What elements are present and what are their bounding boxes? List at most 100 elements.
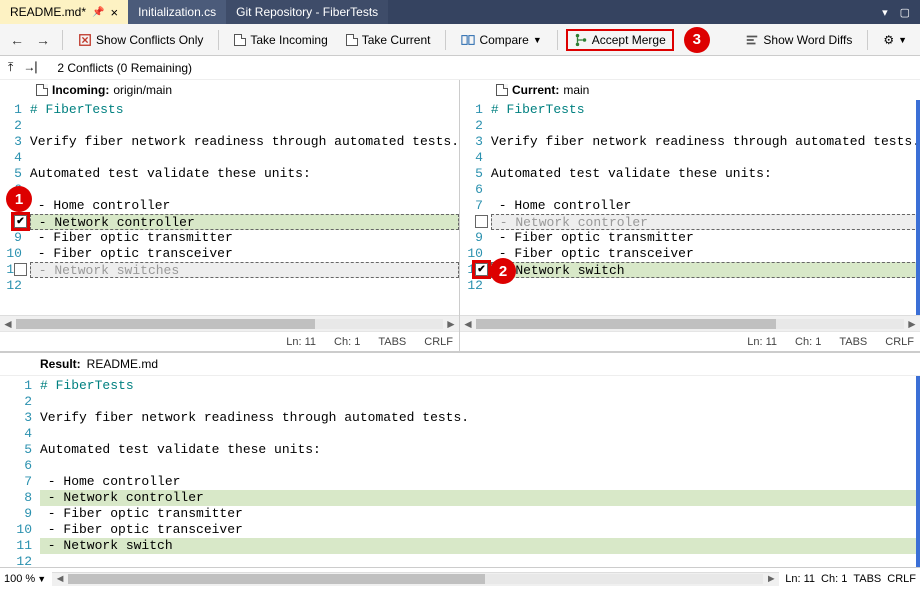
separator bbox=[867, 30, 868, 50]
scroll-right-icon[interactable]: ► bbox=[904, 317, 920, 331]
code-line: Verify fiber network readiness through a… bbox=[491, 134, 920, 150]
window-box-icon[interactable]: ▢ bbox=[896, 4, 914, 21]
take-incoming-button[interactable]: Take Incoming bbox=[227, 29, 334, 51]
scroll-indicator[interactable] bbox=[916, 376, 920, 567]
conflict-checkbox-2[interactable] bbox=[475, 263, 488, 276]
diff-panes: Incoming: origin/main 123456789101112 # … bbox=[0, 80, 920, 352]
accept-merge-label: Accept Merge bbox=[592, 33, 666, 47]
dropdown-icon[interactable]: ▼ bbox=[37, 574, 46, 584]
code-line: - Home controller bbox=[30, 198, 459, 214]
current-branch: main bbox=[563, 83, 589, 97]
incoming-pane: Incoming: origin/main 123456789101112 # … bbox=[0, 80, 460, 351]
incoming-code[interactable]: 123456789101112 # FiberTests Verify fibe… bbox=[0, 100, 459, 315]
scroll-left-icon[interactable]: ◄ bbox=[52, 573, 68, 585]
scroll-thumb[interactable] bbox=[16, 319, 315, 329]
dropdown-icon: ▼ bbox=[533, 35, 542, 45]
incoming-hscroll[interactable]: ◄ ► bbox=[0, 315, 459, 331]
code-line-merged: - Network controller bbox=[40, 490, 916, 506]
scroll-track[interactable] bbox=[68, 574, 763, 584]
accept-merge-button[interactable]: Accept Merge bbox=[566, 29, 674, 51]
code-line bbox=[491, 150, 920, 166]
scroll-indicator[interactable] bbox=[916, 100, 920, 315]
result-hscroll[interactable]: ◄ ► bbox=[52, 572, 779, 586]
code-line-conflict: - Network switch bbox=[491, 262, 920, 278]
tab-initialization[interactable]: Initialization.cs bbox=[128, 0, 226, 24]
scroll-thumb[interactable] bbox=[68, 574, 485, 584]
word-diffs-label: Show Word Diffs bbox=[763, 33, 852, 47]
status-ln: Ln: 11 bbox=[785, 573, 815, 585]
callout-badge-1: 1 bbox=[6, 186, 32, 212]
tab-readme[interactable]: README.md* 📌 × bbox=[0, 0, 128, 24]
code-line: - Fiber optic transceiver bbox=[491, 246, 920, 262]
status-tabs: TABS bbox=[378, 336, 406, 348]
settings-button[interactable]: ⚙ ▼ bbox=[876, 29, 914, 51]
compare-button[interactable]: Compare ▼ bbox=[454, 29, 548, 51]
conflict-checkbox[interactable] bbox=[14, 263, 27, 276]
doc-icon bbox=[346, 34, 358, 46]
current-code[interactable]: 123456789101112 # FiberTests Verify fibe… bbox=[460, 100, 920, 315]
scroll-thumb[interactable] bbox=[476, 319, 776, 329]
code-line-conflict: - Network switches bbox=[30, 262, 459, 278]
current-gutter: 123456789101112 bbox=[460, 100, 491, 315]
conflict-checkbox[interactable] bbox=[475, 215, 488, 228]
code-line: - Home controller bbox=[491, 198, 920, 214]
scroll-left-icon[interactable]: ◄ bbox=[460, 317, 476, 331]
result-code[interactable]: 123456789101112 # FiberTests Verify fibe… bbox=[0, 375, 920, 567]
tab-label: Initialization.cs bbox=[138, 5, 216, 19]
pin-icon[interactable]: 📌 bbox=[92, 7, 104, 18]
code-line: - Fiber optic transceiver bbox=[40, 522, 916, 538]
result-gutter: 123456789101112 bbox=[0, 376, 40, 567]
gear-icon: ⚙ bbox=[883, 33, 894, 47]
code-line: - Fiber optic transmitter bbox=[40, 506, 916, 522]
nav-back-button[interactable]: ← bbox=[6, 30, 28, 50]
close-icon[interactable]: × bbox=[110, 5, 118, 20]
code-line: - Fiber optic transmitter bbox=[30, 230, 459, 246]
code-line: - Home controller bbox=[40, 474, 916, 490]
code-line: Verify fiber network readiness through a… bbox=[40, 410, 916, 426]
code-line bbox=[30, 118, 459, 134]
show-conflicts-button[interactable]: Show Conflicts Only bbox=[71, 29, 210, 51]
code-line: - Fiber optic transmitter bbox=[491, 230, 920, 246]
code-line bbox=[491, 278, 920, 294]
tab-label: README.md* bbox=[10, 5, 86, 19]
tab-git-repo[interactable]: Git Repository - FiberTests bbox=[226, 0, 388, 24]
zoom-control[interactable]: 100 % ▼ bbox=[4, 573, 46, 585]
scroll-track[interactable] bbox=[476, 319, 904, 329]
scroll-right-icon[interactable]: ► bbox=[763, 573, 779, 585]
incoming-label: Incoming: bbox=[52, 83, 109, 97]
status-ch: Ch: 1 bbox=[795, 336, 821, 348]
scroll-track[interactable] bbox=[16, 319, 443, 329]
conflict-checkbox-1[interactable] bbox=[14, 215, 27, 228]
show-word-diffs-button[interactable]: Show Word Diffs bbox=[738, 29, 859, 51]
status-tabs: TABS bbox=[839, 336, 867, 348]
code-line bbox=[30, 182, 459, 198]
doc-icon bbox=[36, 84, 48, 96]
status-ln: Ln: 11 bbox=[747, 336, 777, 348]
code-line bbox=[40, 426, 916, 442]
current-hscroll[interactable]: ◄ ► bbox=[460, 315, 920, 331]
nav-forward-button[interactable]: → bbox=[32, 30, 54, 50]
first-conflict-icon[interactable]: ⤒ bbox=[8, 60, 13, 75]
callout-badge-2: 2 bbox=[490, 258, 516, 284]
code-line-conflict: - Network controler bbox=[491, 214, 920, 230]
scroll-right-icon[interactable]: ► bbox=[443, 317, 459, 331]
separator bbox=[557, 30, 558, 50]
status-ch: Ch: 1 bbox=[821, 573, 847, 585]
next-conflict-icon[interactable]: →⎸ bbox=[23, 60, 47, 75]
code-line bbox=[491, 118, 920, 134]
code-line: # FiberTests bbox=[40, 378, 916, 394]
incoming-status: Ln: 11 Ch: 1 TABS CRLF bbox=[0, 331, 459, 351]
code-line bbox=[30, 150, 459, 166]
compare-label: Compare bbox=[479, 33, 528, 47]
zoom-value: 100 % bbox=[4, 573, 35, 585]
take-current-button[interactable]: Take Current bbox=[339, 29, 438, 51]
separator bbox=[218, 30, 219, 50]
status-ch: Ch: 1 bbox=[334, 336, 360, 348]
scroll-left-icon[interactable]: ◄ bbox=[0, 317, 16, 331]
code-line: # FiberTests bbox=[30, 102, 459, 118]
conflict-count: 2 Conflicts (0 Remaining) bbox=[57, 61, 192, 75]
code-line: Automated test validate these units: bbox=[491, 166, 920, 182]
merge-icon bbox=[574, 33, 588, 47]
dropdown-icon: ▼ bbox=[898, 35, 907, 45]
dropdown-icon[interactable]: ▾ bbox=[878, 4, 892, 21]
